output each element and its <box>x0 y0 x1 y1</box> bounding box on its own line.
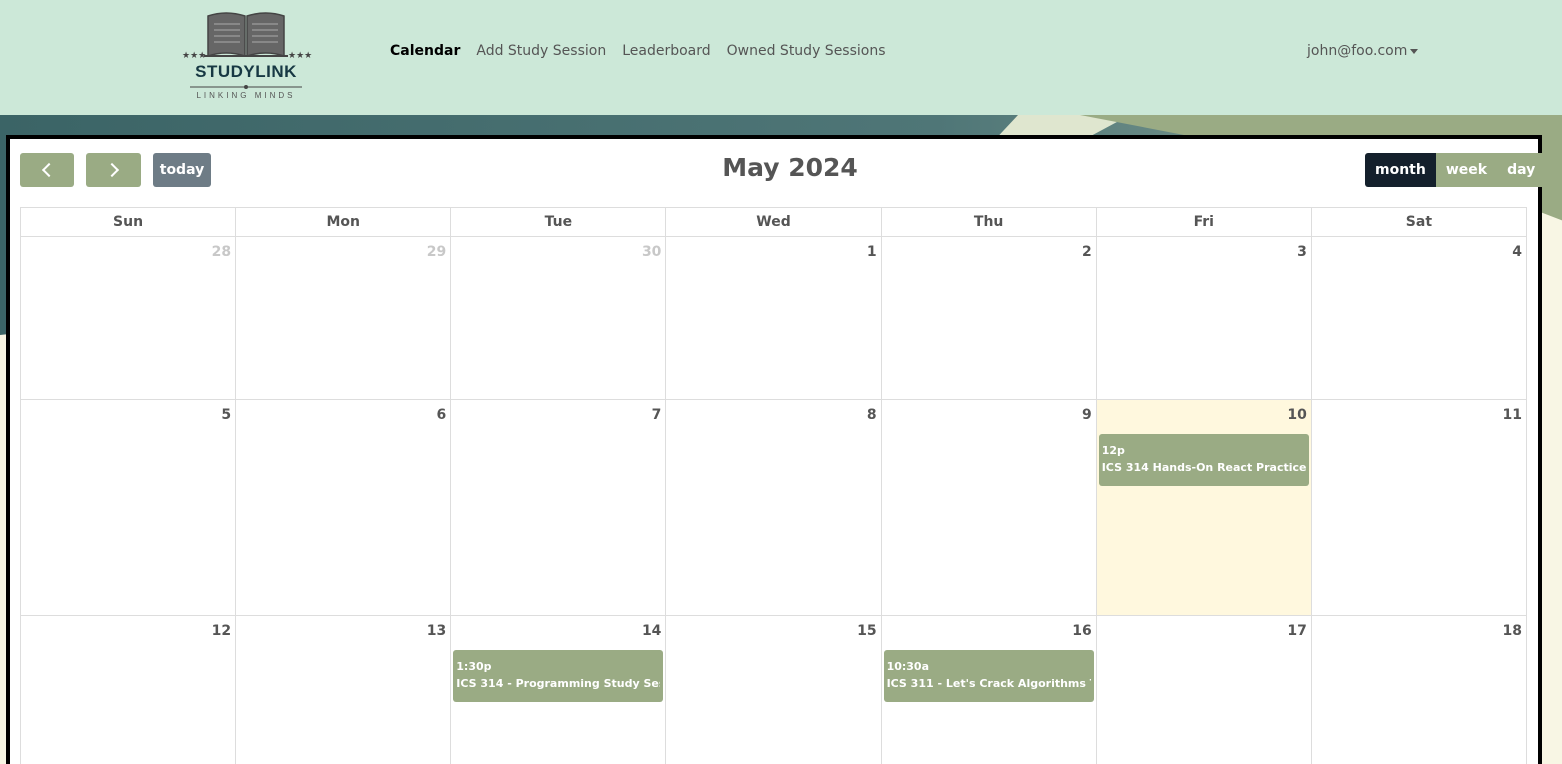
user-email: john@foo.com <box>1307 43 1408 59</box>
day-cell[interactable]: 7 <box>451 400 667 616</box>
prev-button[interactable] <box>20 153 74 187</box>
month-grid: Sun Mon Tue Wed Thu Fri Sat 28 29 30 1 2… <box>20 207 1527 764</box>
day-number: 18 <box>1502 623 1522 639</box>
day-number: 10 <box>1287 407 1307 423</box>
event-time: 1:30p <box>456 660 492 673</box>
day-number: 30 <box>641 244 662 260</box>
day-number: 14 <box>641 623 662 639</box>
book-icon: ★★★ ★★★ <box>182 12 312 61</box>
header-thu: Thu <box>881 208 1097 237</box>
nav-owned-study-sessions[interactable]: Owned Study Sessions <box>727 43 886 59</box>
day-cell[interactable]: 28 <box>21 237 237 400</box>
event-title: ICS 311 - Let's Crack Algorithms Togethe… <box>886 677 1091 690</box>
chevron-right-icon <box>104 162 119 178</box>
day-number: 9 <box>1081 407 1092 423</box>
day-cell[interactable]: 2 <box>881 237 1097 400</box>
header-wed: Wed <box>666 208 882 237</box>
day-number: 7 <box>651 407 662 423</box>
day-cell[interactable]: 12 <box>21 616 237 764</box>
day-number: 15 <box>857 623 877 639</box>
day-number: 16 <box>1072 623 1092 639</box>
main-nav: Calendar Add Study Session Leaderboard O… <box>390 43 886 59</box>
day-number: 8 <box>866 407 877 423</box>
studylink-logo[interactable]: ★★★ ★★★ STUDYLINK LINKING MINDS <box>178 10 314 104</box>
calendar-title: May 2024 <box>722 153 858 182</box>
day-cell[interactable]: 15 <box>666 616 882 764</box>
header-sun: Sun <box>21 208 237 237</box>
logo-divider <box>190 85 302 89</box>
view-month-button[interactable]: month <box>1365 153 1436 187</box>
day-cell[interactable]: 13 <box>236 616 452 764</box>
day-number: 5 <box>221 407 232 423</box>
svg-text:★★★: ★★★ <box>288 51 312 61</box>
svg-text:★★★: ★★★ <box>182 51 206 61</box>
day-cell[interactable]: 18 <box>1312 616 1527 764</box>
day-cell[interactable]: 8 <box>666 400 882 616</box>
brand-tagline: LINKING MINDS <box>196 91 296 100</box>
brand-name: STUDYLINK <box>195 62 297 81</box>
day-cell[interactable]: 5 <box>21 400 237 616</box>
day-number: 11 <box>1502 407 1522 423</box>
calendar-event[interactable]: 12p ICS 314 Hands-On React Practice Sess… <box>1098 434 1309 486</box>
event-time: 10:30a <box>886 660 929 673</box>
calendar-toolbar: today May 2024 month week day <box>20 149 1546 187</box>
day-cell[interactable]: 9 <box>881 400 1097 616</box>
today-button[interactable]: today <box>153 153 211 187</box>
day-number: 1 <box>866 244 877 260</box>
week-row: 5 6 7 8 9 10 12p ICS 314 Hands-On React … <box>21 400 1527 616</box>
calendar-event[interactable]: 10:30a ICS 311 - Let's Crack Algorithms … <box>883 650 1094 702</box>
day-number: 28 <box>211 244 232 260</box>
header-mon: Mon <box>236 208 452 237</box>
day-number: 13 <box>426 623 447 639</box>
nav-leaderboard[interactable]: Leaderboard <box>622 43 710 59</box>
day-number: 17 <box>1287 623 1307 639</box>
day-number: 2 <box>1081 244 1092 260</box>
day-number: 4 <box>1512 244 1522 260</box>
event-title: ICS 314 - Programming Study Session <box>456 677 660 690</box>
day-cell[interactable]: 11 <box>1311 400 1527 616</box>
day-cell[interactable]: 16 10:30a ICS 311 - Let's Crack Algorith… <box>882 616 1097 764</box>
day-number: 6 <box>436 407 447 423</box>
header-tue: Tue <box>451 208 667 237</box>
day-cell[interactable]: 29 <box>236 237 452 400</box>
day-cell[interactable]: 3 <box>1096 237 1312 400</box>
event-title: ICS 314 Hands-On React Practice Session <box>1101 461 1306 474</box>
user-menu[interactable]: john@foo.com <box>1307 43 1419 59</box>
next-button[interactable] <box>86 153 141 187</box>
day-cell-today[interactable]: 10 12p ICS 314 Hands-On React Practice S… <box>1096 400 1312 616</box>
navbar: ★★★ ★★★ STUDYLINK LINKING MINDS Calendar… <box>0 0 1562 115</box>
header-sat: Sat <box>1311 208 1527 237</box>
view-day-button[interactable]: day <box>1497 153 1546 187</box>
day-cell[interactable]: 14 1:30p ICS 314 - Programming Study Ses… <box>451 616 667 764</box>
nav-add-study-session[interactable]: Add Study Session <box>476 43 606 59</box>
day-cell[interactable]: 30 <box>451 237 667 400</box>
day-cell[interactable]: 1 <box>666 237 882 400</box>
day-number: 3 <box>1297 244 1307 260</box>
event-time: 12p <box>1101 444 1125 457</box>
day-number: 12 <box>211 623 232 639</box>
weekday-header: Sun Mon Tue Wed Thu Fri Sat <box>21 208 1527 237</box>
day-cell[interactable]: 6 <box>236 400 452 616</box>
chevron-left-icon <box>41 162 57 178</box>
view-switcher: month week day <box>1365 153 1546 187</box>
day-number: 29 <box>426 244 447 260</box>
header-fri: Fri <box>1096 208 1312 237</box>
nav-calendar[interactable]: Calendar <box>390 43 460 59</box>
caret-down-icon <box>1410 48 1419 54</box>
day-cell[interactable]: 4 <box>1311 237 1527 400</box>
calendar-panel: today May 2024 month week day Sun Mon Tu… <box>6 135 1546 764</box>
week-row: 12 13 14 1:30p ICS 314 - Programming Stu… <box>21 616 1527 764</box>
day-cell[interactable]: 17 <box>1097 616 1312 764</box>
calendar-event[interactable]: 1:30p ICS 314 - Programming Study Sessio… <box>453 650 664 702</box>
week-row: 28 29 30 1 2 3 4 <box>21 237 1527 400</box>
view-week-button[interactable]: week <box>1435 153 1498 187</box>
